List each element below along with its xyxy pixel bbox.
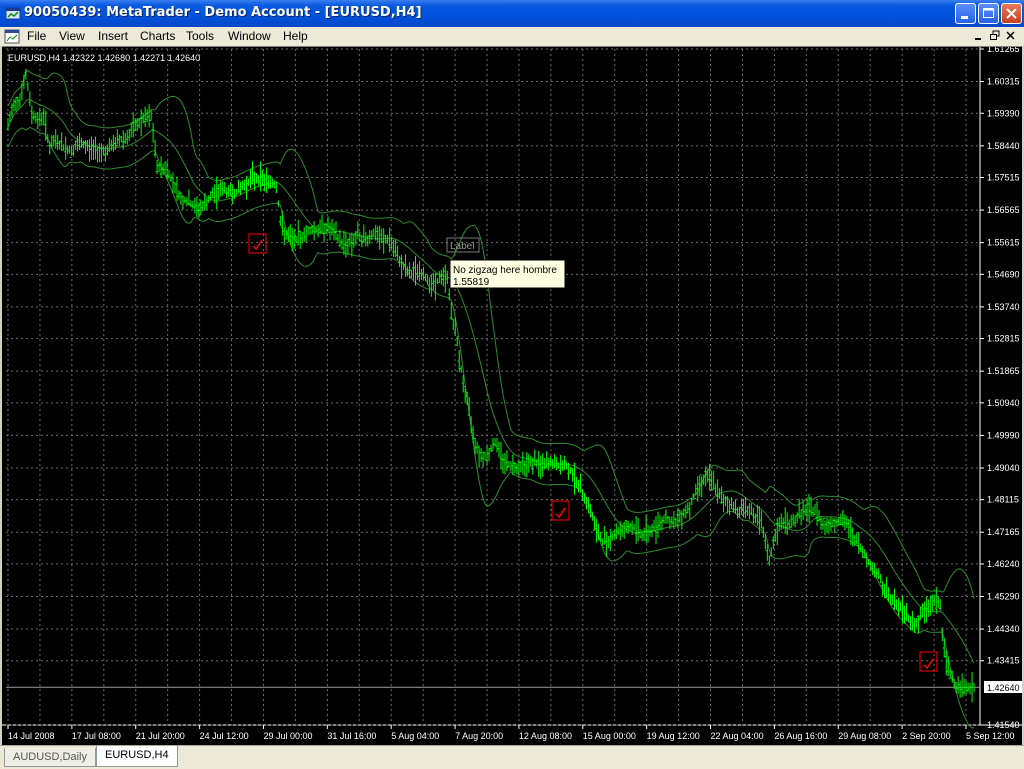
menu-file[interactable]: File — [27, 29, 46, 43]
menu-help[interactable]: Help — [283, 29, 308, 43]
time-tick-label: 26 Aug 16:00 — [774, 731, 827, 741]
price-tick-label: 1.49990 — [987, 430, 1020, 440]
tab-audusd-daily[interactable]: AUDUSD,Daily — [4, 748, 96, 767]
time-tick-label: 5 Aug 04:00 — [391, 731, 439, 741]
middle-band — [7, 99, 975, 664]
price-axis: 1.61265 1.60315 1.59390 1.58440 1.57515 1.565… — [980, 47, 1020, 730]
minimize-icon — [975, 38, 981, 40]
price-chart[interactable]: 1.61265 1.60315 1.59390 1.58440 1.57515 1.565… — [2, 47, 1022, 745]
price-tick-label: 1.60315 — [987, 77, 1020, 87]
check-icon — [923, 658, 934, 670]
price-tick-label: 1.55615 — [987, 238, 1020, 248]
time-tick-label: 29 Aug 08:00 — [838, 731, 891, 741]
price-tick-label: 1.61265 — [987, 47, 1020, 54]
maximize-icon — [983, 8, 994, 18]
price-tick-label: 1.47165 — [987, 527, 1020, 537]
symbol-info-line: EURUSD,H4 1.42322 1.42680 1.42271 1.4264… — [8, 53, 200, 63]
price-tick-label: 1.54690 — [987, 269, 1020, 279]
price-bars — [6, 68, 975, 703]
price-tick-label: 1.58440 — [987, 141, 1020, 151]
mdi-restore-button[interactable] — [988, 29, 1002, 42]
price-tick-label: 1.56565 — [987, 205, 1020, 215]
menu-charts[interactable]: Charts — [140, 29, 175, 43]
tooltip: No zigzag here hombre 1.55819 — [449, 259, 566, 289]
metatrader-app-icon[interactable] — [5, 5, 21, 21]
current-price-label: 1.42640 — [987, 683, 1020, 693]
time-tick-label: 2 Sep 20:00 — [902, 731, 951, 741]
window-title: 90050439: MetaTrader - Demo Account - [E… — [24, 5, 422, 20]
signal-marker-2[interactable] — [551, 500, 570, 521]
label-object[interactable]: Label — [446, 237, 480, 253]
time-tick-label: 7 Aug 20:00 — [455, 731, 503, 741]
close-icon — [1006, 8, 1017, 19]
chart-window[interactable]: 1.61265 1.60315 1.59390 1.58440 1.57515 1.565… — [2, 46, 1022, 745]
mdi-close-button[interactable] — [1004, 29, 1018, 42]
time-tick-label: 24 Jul 12:00 — [200, 731, 249, 741]
close-icon — [1006, 31, 1015, 40]
tab-eurusd-h4[interactable]: EURUSD,H4 — [96, 746, 178, 767]
minimize-button[interactable] — [955, 3, 976, 24]
title-bar: 90050439: MetaTrader - Demo Account - [E… — [0, 0, 1024, 27]
price-tick-label: 1.59390 — [987, 108, 1020, 118]
price-tick-label: 1.44340 — [987, 624, 1020, 634]
minimize-icon — [961, 16, 968, 19]
price-tick-label: 1.52815 — [987, 334, 1020, 344]
price-tick-label: 1.46240 — [987, 559, 1020, 569]
time-tick-label: 19 Aug 12:00 — [647, 731, 700, 741]
price-tick-label: 1.48115 — [987, 495, 1019, 505]
menu-window[interactable]: Window — [228, 29, 271, 43]
mdi-minimize-button[interactable] — [972, 29, 986, 42]
menu-tools[interactable]: Tools — [186, 29, 214, 43]
time-tick-label: 31 Jul 16:00 — [327, 731, 376, 741]
check-icon — [252, 239, 263, 251]
close-button[interactable] — [1001, 3, 1022, 24]
price-tick-label: 1.45290 — [987, 591, 1020, 601]
chart-tabs: AUDUSD,Daily EURUSD,H4 — [0, 745, 1024, 769]
current-price-marker: 1.42640 — [984, 681, 1022, 693]
lower-band — [7, 126, 975, 729]
menu-view[interactable]: View — [59, 29, 85, 43]
tooltip-title: No zigzag here hombre — [453, 265, 557, 276]
price-tick-label: 1.41540 — [987, 720, 1020, 730]
label-object-text: Label — [450, 241, 474, 252]
time-tick-label: 17 Jul 08:00 — [72, 731, 121, 741]
time-tick-label: 15 Aug 00:00 — [583, 731, 636, 741]
time-tick-label: 14 Jul 2008 — [8, 731, 55, 741]
time-tick-label: 5 Sep 12:00 — [966, 731, 1015, 741]
time-tick-label: 22 Aug 04:00 — [711, 731, 764, 741]
time-tick-label: 12 Aug 08:00 — [519, 731, 572, 741]
price-tick-label: 1.50940 — [987, 398, 1020, 408]
check-icon — [555, 507, 566, 519]
time-tick-label: 21 Jul 20:00 — [136, 731, 185, 741]
restore-icon — [990, 30, 1000, 40]
menu-insert[interactable]: Insert — [98, 29, 128, 43]
time-tick-label: 29 Jul 00:00 — [263, 731, 312, 741]
tooltip-price: 1.55819 — [453, 277, 490, 288]
price-tick-label: 1.49040 — [987, 463, 1020, 473]
price-tick-label: 1.43415 — [987, 656, 1020, 666]
price-tick-label: 1.57515 — [987, 173, 1020, 183]
price-tick-label: 1.51865 — [987, 366, 1020, 376]
menu-bar: File View Insert Charts Tools Window Hel… — [0, 27, 1024, 46]
time-axis: 14 Jul 2008 17 Jul 08:00 21 Jul 20:00 24 Ju… — [7, 725, 1015, 741]
price-tick-label: 1.53740 — [987, 302, 1020, 312]
maximize-button[interactable] — [978, 3, 999, 24]
chart-window-icon[interactable] — [4, 29, 20, 44]
